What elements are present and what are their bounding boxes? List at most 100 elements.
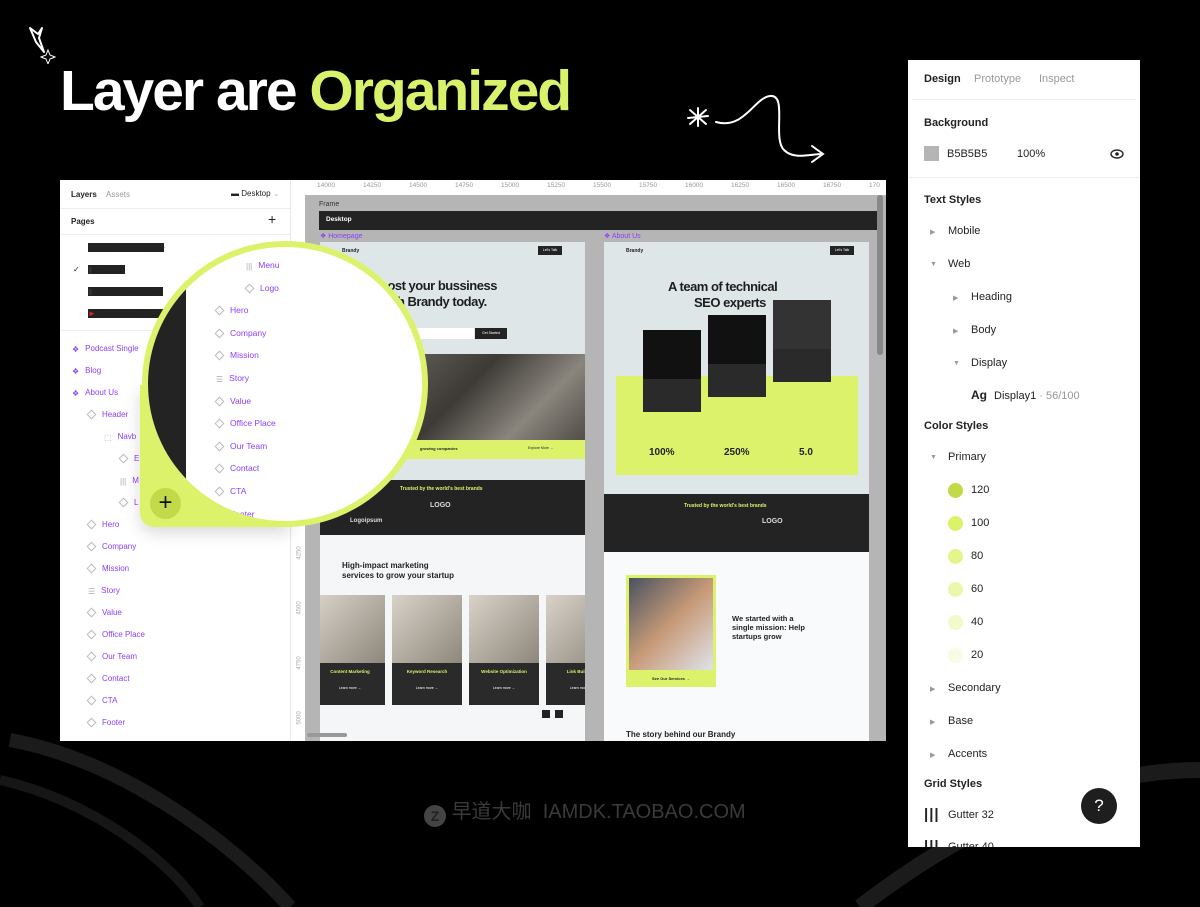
- layer-item[interactable]: Company: [86, 541, 136, 552]
- layer-item[interactable]: Logo: [244, 283, 279, 294]
- color-swatch[interactable]: [948, 582, 963, 597]
- layer-item[interactable]: Hero: [86, 519, 119, 530]
- caret-right-icon[interactable]: ▶: [930, 718, 935, 726]
- layer-item[interactable]: Contact: [86, 673, 130, 684]
- text-style-group[interactable]: Web: [948, 258, 970, 270]
- layer-item[interactable]: CTA: [86, 695, 117, 706]
- tab-prototype[interactable]: Prototype: [974, 73, 1021, 85]
- color-style-label[interactable]: 80: [971, 550, 983, 562]
- layer-item[interactable]: Header: [86, 409, 128, 420]
- learn-more-link[interactable]: Learn more →: [320, 686, 385, 690]
- color-style-label[interactable]: 40: [971, 616, 983, 628]
- see-services-button[interactable]: See Our Services →: [652, 676, 690, 681]
- caret-down-icon[interactable]: ▼: [930, 261, 937, 268]
- lets-talk-button[interactable]: Let's Talk: [538, 246, 562, 255]
- layer-item[interactable]: CTA: [214, 486, 246, 497]
- service-card[interactable]: Website Optimization Learn more →: [469, 595, 539, 705]
- layer-item[interactable]: L: [118, 497, 138, 508]
- layer-item[interactable]: ❖ About Us: [72, 388, 118, 398]
- color-style-label[interactable]: 100: [971, 517, 989, 529]
- layer-item[interactable]: ☰ Story: [88, 586, 120, 596]
- layer-item[interactable]: ⬚ Navb: [104, 432, 136, 442]
- color-group[interactable]: Base: [948, 715, 973, 727]
- caret-right-icon[interactable]: ▶: [953, 294, 958, 302]
- add-button[interactable]: +: [150, 488, 181, 519]
- layer-item[interactable]: Footer: [214, 509, 255, 520]
- layer-item[interactable]: Our Team: [214, 441, 267, 452]
- text-style-group[interactable]: Body: [971, 324, 996, 336]
- caret-right-icon[interactable]: ▶: [930, 228, 935, 236]
- layer-item[interactable]: Footer: [86, 717, 125, 728]
- layer-item[interactable]: Company: [214, 328, 266, 339]
- text-style-group[interactable]: Mobile: [948, 225, 980, 237]
- background-swatch[interactable]: [924, 146, 939, 161]
- layer-item[interactable]: Mission: [214, 350, 259, 361]
- learn-more-link[interactable]: Learn more →: [469, 686, 539, 690]
- layer-item[interactable]: ❖ Podcast Single: [72, 344, 139, 354]
- color-swatch[interactable]: [948, 648, 963, 663]
- desktop-section-bar[interactable]: Desktop: [319, 211, 881, 230]
- page-item[interactable]: ▮ Desktop: [88, 265, 125, 274]
- layer-item[interactable]: Office Place: [86, 629, 145, 640]
- layer-item[interactable]: ❖ Blog: [72, 366, 101, 376]
- color-swatch[interactable]: [948, 549, 963, 564]
- layer-item[interactable]: Contact: [214, 463, 259, 474]
- learn-more-link[interactable]: Learn more →: [392, 686, 462, 690]
- grid-style-item[interactable]: Gutter 32: [948, 809, 994, 821]
- layer-label: E: [134, 454, 140, 463]
- horizontal-scrollbar[interactable]: [307, 733, 347, 737]
- tab-design[interactable]: Design: [924, 73, 961, 85]
- service-card[interactable]: Keyword Research Learn more →: [392, 595, 462, 705]
- color-group[interactable]: Accents: [948, 748, 987, 760]
- add-page-icon[interactable]: +: [268, 211, 276, 227]
- text-style-group[interactable]: Display: [971, 357, 1007, 369]
- device-icon: ▮: [88, 287, 93, 296]
- lets-talk-button[interactable]: Let's Talk: [830, 246, 854, 255]
- layer-item[interactable]: Value: [214, 396, 251, 407]
- grid-style-item[interactable]: Gutter 40: [948, 841, 994, 847]
- vertical-scrollbar[interactable]: [877, 195, 883, 355]
- prev-arrow-button[interactable]: [542, 710, 550, 718]
- frame-label-about[interactable]: ❖ About Us: [604, 232, 641, 240]
- frame-label-homepage[interactable]: ❖ Homepage: [320, 232, 362, 240]
- eye-icon[interactable]: [1110, 149, 1124, 159]
- get-started-button[interactable]: Get Started: [475, 328, 507, 339]
- color-style-label[interactable]: 20: [971, 649, 983, 661]
- page-select[interactable]: ▬ Desktop ⌄: [231, 189, 280, 198]
- caret-right-icon[interactable]: ▶: [953, 327, 958, 335]
- service-card[interactable]: Content Marketing Learn more →: [320, 595, 385, 705]
- layer-item[interactable]: Mission: [86, 563, 129, 574]
- next-arrow-button[interactable]: [555, 710, 563, 718]
- caret-down-icon[interactable]: ▼: [930, 454, 937, 461]
- caret-right-icon[interactable]: ▶: [930, 685, 935, 693]
- tab-layers[interactable]: Layers: [71, 190, 97, 199]
- service-card[interactable]: Link Building Learn more →: [546, 595, 585, 705]
- color-style-label[interactable]: 60: [971, 583, 983, 595]
- background-hex-input[interactable]: B5B5B5: [947, 148, 987, 160]
- about-frame[interactable]: Brandy Let's Talk A team of technical SE…: [604, 242, 869, 741]
- color-group-primary[interactable]: Primary: [948, 451, 986, 463]
- display-style-item[interactable]: Display1 · 56/100: [994, 390, 1080, 402]
- explore-more-link[interactable]: Explore More →: [528, 446, 553, 450]
- background-opacity-input[interactable]: 100%: [1017, 148, 1045, 160]
- color-swatch[interactable]: [948, 615, 963, 630]
- color-style-label[interactable]: 120: [971, 484, 989, 496]
- layer-item[interactable]: Value: [86, 607, 122, 618]
- tab-assets[interactable]: Assets: [106, 190, 130, 199]
- caret-right-icon[interactable]: ▶: [930, 751, 935, 759]
- layer-item[interactable]: ||| Menu: [246, 260, 280, 271]
- layer-item[interactable]: Our Team: [86, 651, 137, 662]
- color-swatch[interactable]: [948, 516, 963, 531]
- layer-item[interactable]: ||| M: [120, 476, 139, 486]
- layer-item[interactable]: ☰ Story: [216, 373, 249, 384]
- layer-item[interactable]: Office Place: [214, 418, 276, 429]
- color-group[interactable]: Secondary: [948, 682, 1001, 694]
- tab-inspect[interactable]: Inspect: [1039, 73, 1074, 85]
- layer-item[interactable]: E: [118, 453, 140, 464]
- help-button[interactable]: ?: [1081, 788, 1117, 824]
- color-swatch[interactable]: [948, 483, 963, 498]
- learn-more-link[interactable]: Learn more →: [546, 686, 585, 690]
- caret-down-icon[interactable]: ▼: [953, 360, 960, 367]
- text-style-group[interactable]: Heading: [971, 291, 1012, 303]
- layer-item[interactable]: Hero: [214, 305, 248, 316]
